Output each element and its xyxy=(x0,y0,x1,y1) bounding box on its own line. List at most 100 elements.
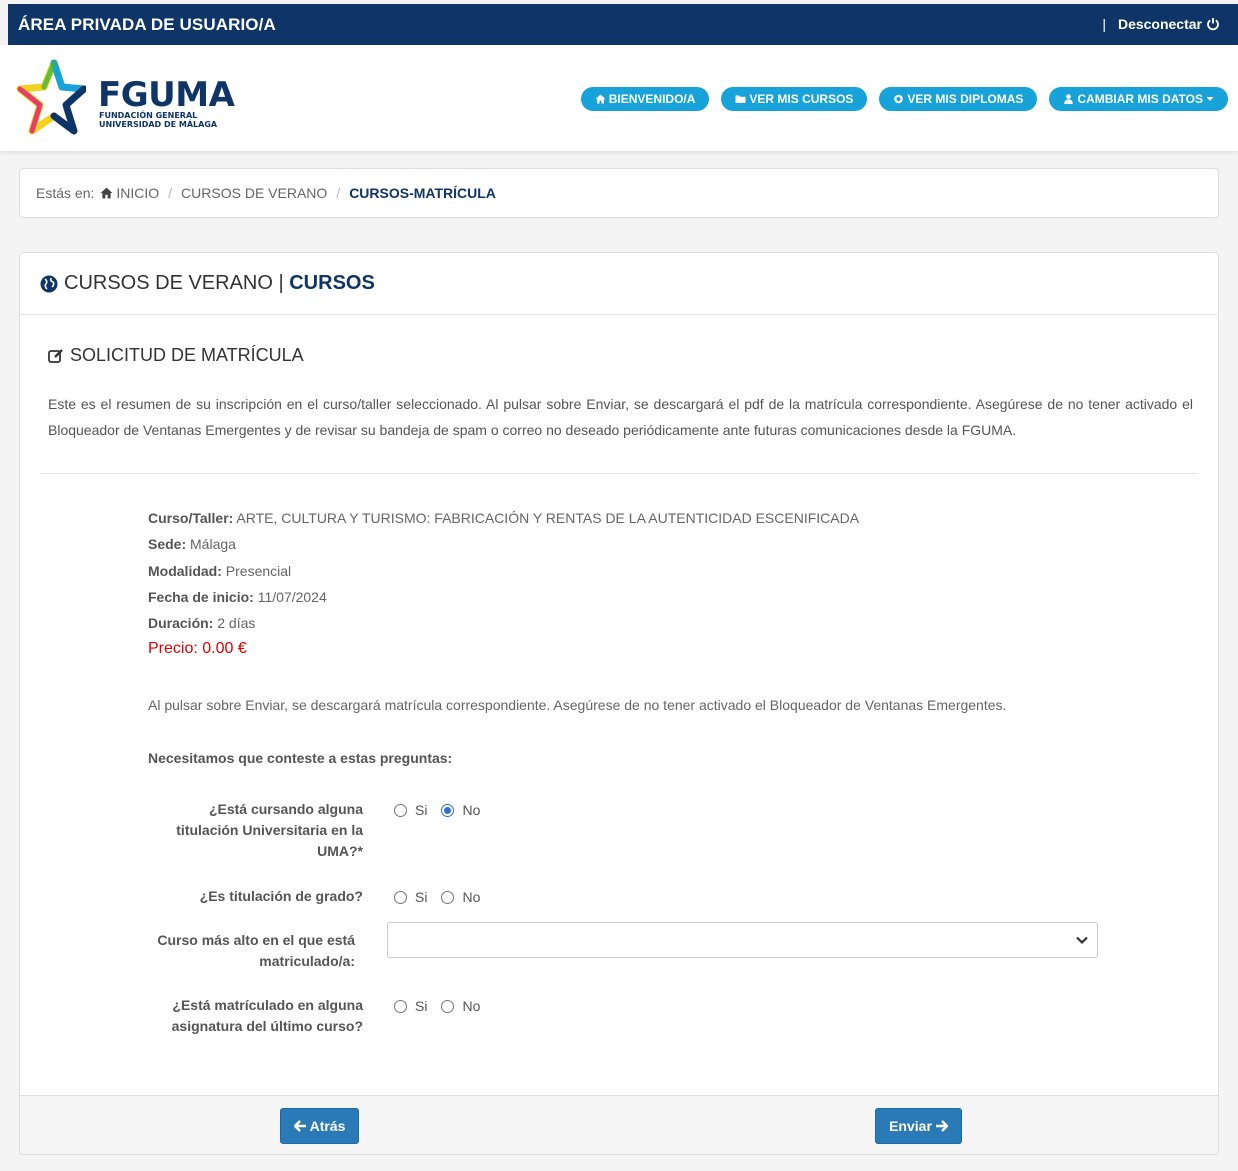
home-icon xyxy=(100,187,113,199)
send-button[interactable]: Enviar xyxy=(875,1108,962,1144)
nav-my-diplomas-button[interactable]: VER MIS DIPLOMAS xyxy=(879,87,1038,111)
summary-start-value: 11/07/2024 xyxy=(253,588,327,605)
logo-subtitle-line2: UNIVERSIDAD DE MÁLAGA xyxy=(99,120,218,129)
summary-venue-value: Málaga xyxy=(186,536,236,553)
panel-title-prefix: CURSOS DE VERANO | xyxy=(64,272,290,294)
download-note: Al pulsar sobre Enviar, se descargará ma… xyxy=(148,697,1007,713)
last-year-subject-yes-radio[interactable] xyxy=(394,999,407,1013)
question-grado-text: ¿Es titulación de grado? xyxy=(199,888,363,904)
logo-subtitle-line1: FUNDACIÓN GENERAL xyxy=(99,111,198,120)
grado-no-radio[interactable] xyxy=(441,890,455,904)
question-uma-degree-line1: ¿Está cursando alguna xyxy=(208,801,363,817)
last-year-subject-no-radio[interactable] xyxy=(441,999,455,1013)
last-year-subject-no-option[interactable]: No xyxy=(441,998,480,1014)
uma-degree-yes-option[interactable]: Si xyxy=(394,802,427,818)
send-button-label: Enviar xyxy=(889,1118,932,1134)
question-last-year-subject-line2: asignatura del último curso? xyxy=(171,1018,363,1034)
top-bar: ÁREA PRIVADA DE USUARIO/A | Desconectar xyxy=(8,4,1238,45)
nav-my-courses-button[interactable]: VER MIS CURSOS xyxy=(721,87,868,111)
last-year-subject-yes-label: Si xyxy=(415,998,428,1014)
question-highest-course: Curso más alto en el que está matriculad… xyxy=(140,930,355,972)
question-last-year-subject: ¿Está matrículado en alguna asignatura d… xyxy=(148,995,363,1037)
summary-duration: Duración: 2 días xyxy=(148,610,859,636)
edit-icon xyxy=(48,348,63,363)
summary-course: Curso/Taller: ARTE, CULTURA Y TURISMO: F… xyxy=(148,505,859,531)
caret-down-icon xyxy=(1206,97,1214,101)
summary-price: Precio: 0.00 € xyxy=(148,636,859,662)
logo-brand: FGUMA xyxy=(98,75,235,115)
private-area-title: ÁREA PRIVADA DE USUARIO/A xyxy=(18,15,276,34)
last-year-subject-options: Si No xyxy=(394,998,494,1014)
summary-duration-value: 2 días xyxy=(213,615,256,632)
summary-venue: Sede: Málaga xyxy=(148,531,859,557)
summary-course-value: ARTE, CULTURA Y TURISMO: FABRICACIÓN Y R… xyxy=(233,510,860,526)
grado-yes-radio[interactable] xyxy=(394,890,407,904)
summary-venue-label: Sede: xyxy=(148,536,187,553)
section-title-text: SOLICITUD DE MATRÍCULA xyxy=(70,345,304,365)
star-logo-icon xyxy=(16,59,86,135)
uma-degree-no-radio[interactable] xyxy=(441,803,455,817)
grado-no-option[interactable]: No xyxy=(441,889,480,905)
breadcrumb-prefix: Estás en: xyxy=(36,185,95,201)
nav-welcome-label: BIENVENIDO/A xyxy=(608,92,696,106)
section-title: SOLICITUD DE MATRÍCULA xyxy=(48,345,304,366)
course-summary: Curso/Taller: ARTE, CULTURA Y TURISMO: F… xyxy=(148,505,859,663)
logout-link[interactable]: Desconectar xyxy=(1118,16,1202,32)
question-highest-course-line2: matriculado/a: xyxy=(259,953,355,969)
folder-icon xyxy=(735,95,746,103)
highest-course-select[interactable] xyxy=(387,922,1098,958)
nav-change-data-dropdown[interactable]: CAMBIAR MIS DATOS xyxy=(1049,87,1228,111)
chevron-down-icon xyxy=(1076,936,1088,945)
site-header: FGUMA FUNDACIÓN GENERAL UNIVERSIDAD DE M… xyxy=(0,45,1238,151)
back-button-label: Atrás xyxy=(309,1118,346,1134)
uma-degree-yes-label: Si xyxy=(415,802,428,818)
uma-degree-no-label: No xyxy=(462,802,481,818)
grado-options: Si No xyxy=(394,889,494,905)
uma-degree-yes-radio[interactable] xyxy=(394,803,407,817)
question-uma-degree-line2: titulación Universitaria en la xyxy=(176,822,363,838)
question-grado: ¿Es titulación de grado? xyxy=(148,886,363,907)
grado-yes-label: Si xyxy=(415,889,428,905)
summary-mode-value: Presencial xyxy=(221,562,292,579)
summary-mode-label: Modalidad: xyxy=(148,562,222,579)
panel-heading: CURSOS DE VERANO | CURSOS xyxy=(20,253,1218,315)
question-highest-course-line1: Curso más alto en el que está xyxy=(157,932,355,948)
arrow-right-icon xyxy=(935,1120,948,1132)
home-icon xyxy=(595,94,606,104)
breadcrumb-divider: / xyxy=(336,185,341,201)
grado-yes-option[interactable]: Si xyxy=(394,889,427,905)
separator: | xyxy=(1102,16,1106,32)
main-nav: BIENVENIDO/A VER MIS CURSOS VER MIS DIPL… xyxy=(580,87,1228,111)
last-year-subject-no-label: No xyxy=(462,998,481,1014)
summary-mode: Modalidad: Presencial xyxy=(148,558,859,584)
summary-start-label: Fecha de inicio: xyxy=(148,588,254,605)
breadcrumb-divider: / xyxy=(168,185,173,201)
nav-welcome-button[interactable]: BIENVENIDO/A xyxy=(580,87,710,111)
logout-area: | Desconectar xyxy=(1102,16,1220,32)
question-last-year-subject-line1: ¿Está matrículado en alguna xyxy=(172,997,363,1013)
last-year-subject-yes-option[interactable]: Si xyxy=(394,998,427,1014)
nav-my-diplomas-label: VER MIS DIPLOMAS xyxy=(907,92,1024,106)
back-button[interactable]: Atrás xyxy=(280,1108,359,1144)
summary-start-date: Fecha de inicio: 11/07/2024 xyxy=(148,584,859,610)
power-icon[interactable] xyxy=(1206,17,1220,31)
summary-price-value: 0.00 € xyxy=(197,640,247,658)
question-uma-degree: ¿Está cursando alguna titulación Univers… xyxy=(148,799,363,862)
grado-no-label: No xyxy=(462,889,481,905)
uma-degree-no-option[interactable]: No xyxy=(441,802,480,818)
summary-course-label: Curso/Taller: xyxy=(148,510,234,526)
breadcrumb-current: CURSOS-MATRÍCULA xyxy=(349,185,496,201)
summary-duration-label: Duración: xyxy=(148,615,214,632)
nav-my-courses-label: VER MIS CURSOS xyxy=(749,92,854,106)
intro-paragraph: Este es el resumen de su inscripción en … xyxy=(48,396,1193,438)
questions-intro: Necesitamos que conteste a estas pregunt… xyxy=(148,750,453,766)
user-icon xyxy=(1064,94,1074,104)
logo-subtitle: FUNDACIÓN GENERAL UNIVERSIDAD DE MÁLAGA xyxy=(99,111,217,129)
summary-price-label: Precio: xyxy=(148,640,198,658)
fguma-logo[interactable]: FGUMA FUNDACIÓN GENERAL UNIVERSIDAD DE M… xyxy=(14,59,235,139)
divider xyxy=(40,473,1198,474)
enrollment-panel: CURSOS DE VERANO | CURSOS SOLICITUD DE M… xyxy=(19,252,1219,1155)
breadcrumb-home-link[interactable]: INICIO xyxy=(116,185,159,201)
breadcrumb-summer-courses-link[interactable]: CURSOS DE VERANO xyxy=(181,185,327,201)
breadcrumb: Estás en: INICIO / CURSOS DE VERANO / CU… xyxy=(19,168,1219,218)
